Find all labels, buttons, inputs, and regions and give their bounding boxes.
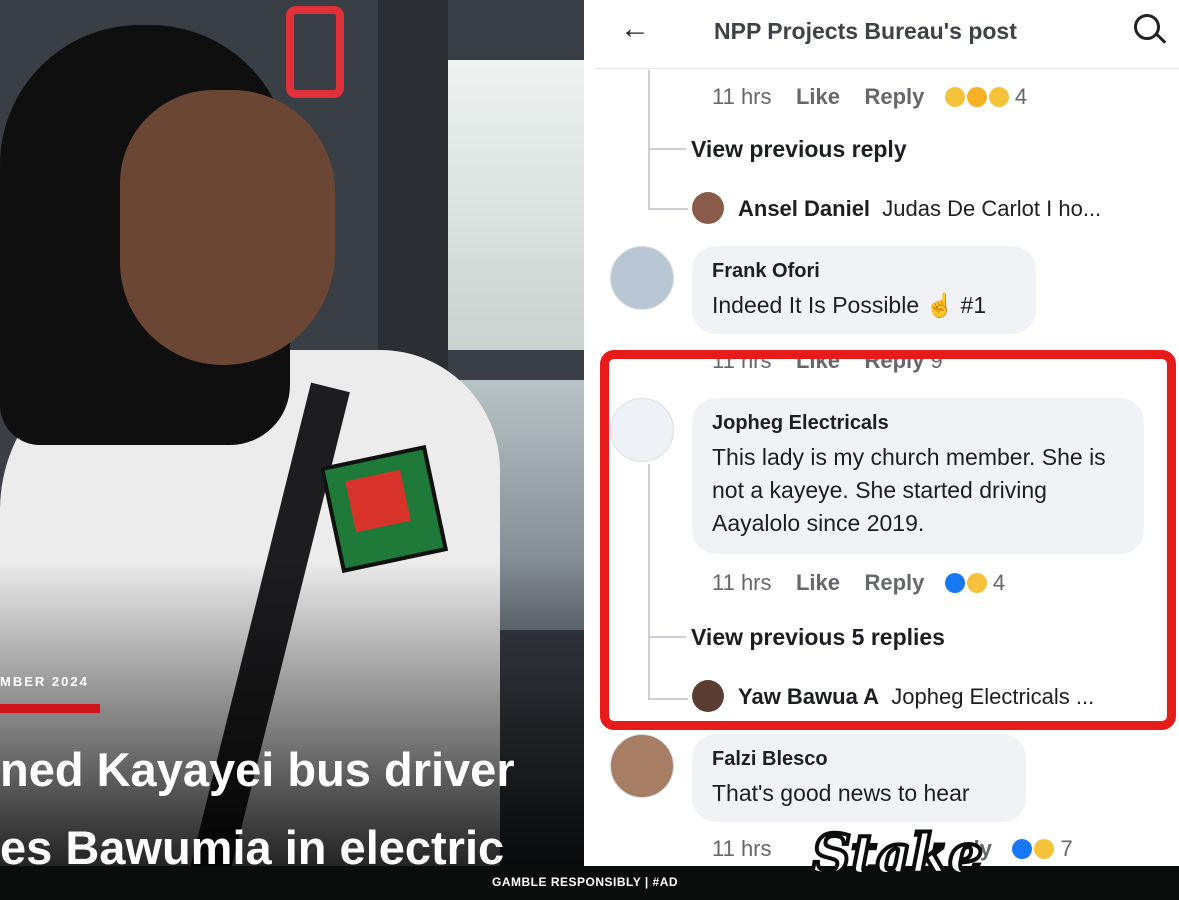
comment-author[interactable]: Frank Ofori — [712, 260, 1016, 283]
article-headline-line2[interactable]: es Bawumia in electric — [0, 820, 504, 866]
reaction-count: 4 — [1014, 84, 1028, 109]
search-icon[interactable] — [1134, 14, 1160, 40]
thread-line — [648, 70, 650, 210]
reply-button[interactable]: Reply — [864, 84, 924, 109]
like-button[interactable]: Like — [796, 84, 840, 109]
comment-text: Indeed It Is Possible ☝ #1 — [712, 292, 987, 318]
like-reaction-icon — [1012, 839, 1033, 859]
gamble-responsibly-text: GAMBLE RESPONSIBLY | #AD — [492, 875, 679, 889]
reply-author: Ansel Daniel — [738, 196, 871, 221]
avatar[interactable] — [610, 246, 674, 310]
view-previous-reply-link[interactable]: View previous reply — [691, 136, 907, 163]
grab-handle — [286, 6, 344, 98]
haha-reaction-icon — [966, 87, 987, 107]
care-reaction-icon — [1034, 839, 1055, 859]
comment-meta: 11 hrs Like Reply 4 — [712, 84, 1027, 110]
comment-author[interactable]: Falzi Blesco — [712, 748, 1006, 771]
post-title: NPP Projects Bureau's post — [714, 18, 1017, 44]
accent-bar — [0, 704, 100, 713]
avatar[interactable] — [610, 734, 674, 798]
driver-face — [120, 90, 335, 365]
article-headline-line1[interactable]: ned Kayayei bus driver — [0, 742, 515, 797]
bus-window — [438, 60, 584, 350]
reaction-count: 7 — [1060, 836, 1073, 861]
care-reaction-icon — [988, 87, 1009, 107]
comment-time: 11 hrs — [712, 836, 772, 861]
highlight-box — [600, 350, 1176, 730]
article-date: MBER 2024 — [0, 674, 89, 689]
care-reaction-icon — [944, 87, 965, 107]
reply-preview[interactable]: Ansel Daniel Judas De Carlot I ho... — [692, 192, 1101, 224]
avatar — [692, 192, 724, 224]
news-article-image: MBER 2024 ned Kayayei bus driver es Bawu… — [0, 0, 584, 866]
comment-text: That's good news to hear — [712, 780, 970, 806]
stake-logo[interactable]: Stake — [810, 820, 985, 888]
thread-branch — [648, 148, 686, 150]
post-header: ← NPP Projects Bureau's post — [596, 0, 1179, 69]
comment-bubble: Frank Ofori Indeed It Is Possible ☝ #1 — [692, 246, 1036, 334]
thread-branch — [648, 208, 688, 210]
arrow-left-icon[interactable]: ← — [620, 12, 650, 46]
comment-bubble: Falzi Blesco That's good news to hear — [692, 734, 1026, 822]
reply-text: Judas De Carlot I ho... — [882, 196, 1102, 221]
comment-time: 11 hrs — [712, 84, 772, 109]
